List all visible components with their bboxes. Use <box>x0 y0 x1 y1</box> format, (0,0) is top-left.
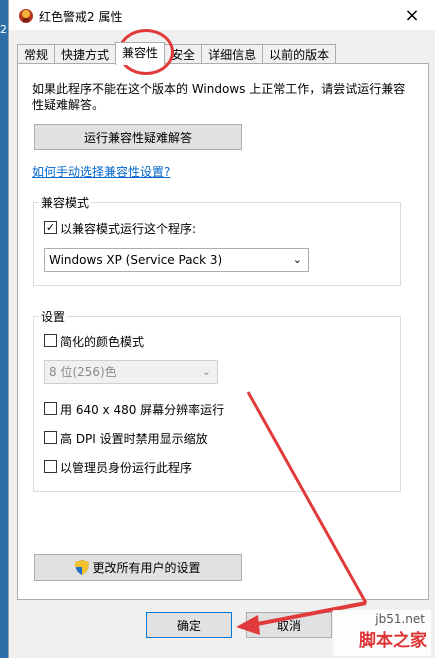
window-title: 红色警戒2 属性 <box>39 10 123 24</box>
tab-details[interactable]: 详细信息 <box>201 44 264 64</box>
close-icon[interactable]: × <box>389 0 435 30</box>
tab-shortcut[interactable]: 快捷方式 <box>54 44 117 64</box>
watermark-name: 脚本之家 <box>359 631 427 651</box>
settings-group-label: 设置 <box>39 308 68 325</box>
manual-settings-link[interactable]: 如何手动选择兼容性设置? <box>32 163 170 180</box>
high-dpi-checkbox[interactable] <box>44 431 57 444</box>
color-depth-select: 8 位(256)色 ⌄ <box>44 360 218 384</box>
os-version-select[interactable]: Windows XP (Service Pack 3) ⌄ <box>44 248 309 272</box>
res-640-checkbox[interactable] <box>44 402 57 415</box>
run-troubleshooter-button[interactable]: 运行兼容性疑难解答 <box>34 124 242 150</box>
properties-window: 红色警戒2 属性 × 常规 快捷方式 兼容性 安全 详细信息 以前的版本 如果此… <box>8 0 435 658</box>
os-version-select-value: Windows XP (Service Pack 3) <box>49 253 223 267</box>
ok-button[interactable]: 确定 <box>146 612 232 638</box>
compat-mode-group-label: 兼容模式 <box>39 194 92 211</box>
app-icon <box>19 9 33 23</box>
compat-mode-checkbox-label: 以兼容模式运行这个程序: <box>60 222 197 236</box>
chevron-down-icon: ⌄ <box>292 253 302 266</box>
chevron-down-icon: ⌄ <box>201 365 211 378</box>
uac-shield-icon <box>75 560 90 575</box>
desktop-edge-label: 2 <box>0 23 7 36</box>
high-dpi-label: 高 DPI 设置时禁用显示缩放 <box>60 432 208 446</box>
tab-compatibility[interactable]: 兼容性 <box>115 42 166 65</box>
run-as-admin-checkbox[interactable] <box>44 460 57 473</box>
compat-mode-group <box>33 202 401 286</box>
res-640-label: 用 640 x 480 屏幕分辨率运行 <box>60 403 225 417</box>
color-depth-value: 8 位(256)色 <box>49 365 117 379</box>
tab-general[interactable]: 常规 <box>17 44 56 64</box>
watermark-site: jb51.net <box>375 612 425 626</box>
change-all-users-label: 更改所有用户的设置 <box>92 561 201 575</box>
reduced-color-checkbox[interactable] <box>44 334 57 347</box>
title-bar: 红色警戒2 属性 × <box>9 0 435 30</box>
tab-previous-versions[interactable]: 以前的版本 <box>262 44 337 64</box>
reduced-color-label: 简化的颜色模式 <box>60 335 145 349</box>
watermark: jb51.net 脚本之家 <box>333 610 431 656</box>
compat-mode-checkbox[interactable]: ✓ <box>44 221 57 234</box>
cancel-button[interactable]: 取消 <box>246 612 332 638</box>
tab-strip: 常规 快捷方式 兼容性 安全 详细信息 以前的版本 <box>17 42 337 65</box>
run-as-admin-label: 以管理员身份运行此程序 <box>60 461 193 475</box>
change-all-users-button[interactable]: 更改所有用户的设置 <box>34 554 242 581</box>
intro-text: 如果此程序不能在这个版本的 Windows 上正常工作，请尝试运行兼容性疑难解答… <box>32 82 406 112</box>
desktop-background <box>0 0 8 658</box>
